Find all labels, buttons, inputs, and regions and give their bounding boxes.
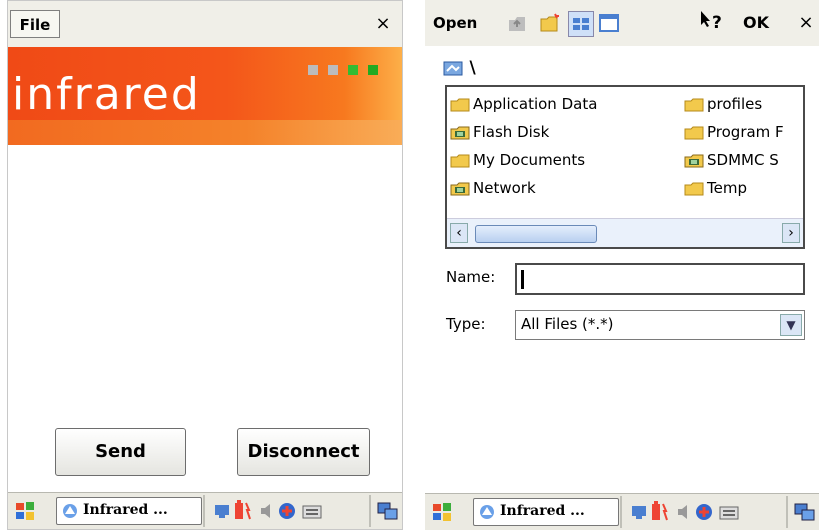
file-list-item[interactable]: Network <box>450 177 536 199</box>
infrared-app-icon <box>480 505 494 519</box>
task-label: Infrared ... <box>83 502 168 518</box>
device-folder-icon <box>443 61 463 76</box>
taskbar: Infrared ... <box>8 492 402 529</box>
horizontal-scrollbar[interactable]: ‹ › <box>447 218 803 247</box>
file-list-item[interactable]: Program F <box>684 121 784 143</box>
file-name: Network <box>473 179 536 197</box>
infrared-app-icon <box>63 504 77 518</box>
folder-icon <box>450 98 470 111</box>
banner-title: infrared <box>12 69 201 120</box>
banner-square <box>348 65 358 75</box>
ok-button[interactable]: OK <box>743 13 769 32</box>
file-list-item[interactable]: Flash Disk <box>450 121 549 143</box>
connectivity-icon <box>696 504 712 520</box>
system-tray[interactable] <box>628 498 778 526</box>
start-icon[interactable] <box>13 497 39 525</box>
start-icon[interactable] <box>430 498 456 526</box>
infrared-banner: infrared <box>8 47 402 145</box>
battery-icon <box>235 500 251 520</box>
close-button[interactable]: × <box>793 10 819 36</box>
storage-card-icon <box>450 126 470 139</box>
storage-card-icon <box>450 182 470 195</box>
file-list[interactable]: Application Data Flash Disk My Documents Ne… <box>445 85 805 249</box>
current-path: \ <box>443 58 476 80</box>
type-label: Type: <box>446 315 486 333</box>
pointer-icon <box>701 11 710 27</box>
input-panel-icon <box>302 505 322 519</box>
file-name: Program F <box>707 123 784 141</box>
file-name: Flash Disk <box>473 123 550 141</box>
dialog-toolbar: Open ? OK × <box>425 0 819 46</box>
file-list-item[interactable]: profiles <box>684 93 762 115</box>
name-label: Name: <box>446 268 496 286</box>
banner-square <box>368 65 378 75</box>
file-list-item[interactable]: My Documents <box>450 149 585 171</box>
file-name: profiles <box>707 95 763 113</box>
banner-square <box>308 65 318 75</box>
list-view-icon[interactable] <box>568 11 594 37</box>
file-menu[interactable]: File <box>10 10 60 38</box>
banner-square <box>328 65 338 75</box>
folder-icon <box>684 126 704 139</box>
type-select[interactable]: All Files (*.*) ▼ <box>515 310 805 340</box>
input-panel-icon <box>719 506 739 520</box>
connectivity-icon <box>279 503 295 519</box>
details-view-icon[interactable] <box>597 11 621 35</box>
type-value: All Files (*.*) <box>521 315 614 333</box>
menu-bar: File × <box>8 1 402 47</box>
volume-icon <box>261 504 270 518</box>
window-switch-icon[interactable] <box>376 497 400 525</box>
help-button[interactable]: ? <box>700 10 722 33</box>
infrared-app-screen: File × infrared Send Disconnect Infrared… <box>7 0 403 530</box>
task-label: Infrared ... <box>500 503 585 519</box>
storage-card-icon <box>684 154 704 167</box>
file-name: My Documents <box>473 151 586 169</box>
system-tray[interactable] <box>211 497 361 525</box>
dialog-title: Open <box>433 14 478 32</box>
volume-icon <box>678 505 687 519</box>
name-field[interactable] <box>515 263 805 295</box>
infrared-task-button[interactable]: Infrared ... <box>473 498 619 526</box>
folder-icon <box>450 154 470 167</box>
scroll-left-icon[interactable]: ‹ <box>450 223 468 243</box>
file-list-item[interactable]: SDMMC S <box>684 149 779 171</box>
scroll-thumb[interactable] <box>475 225 597 243</box>
window-switch-icon[interactable] <box>793 498 817 526</box>
taskbar: Infrared ... <box>425 493 819 530</box>
folder-icon <box>684 98 704 111</box>
file-list-item[interactable]: Temp <box>684 177 747 199</box>
open-file-dialog: Open ? OK × \ Application Data Flash Disk… <box>425 0 819 530</box>
file-name: Application Data <box>473 95 598 113</box>
up-folder-icon[interactable] <box>505 11 529 35</box>
network-icon <box>215 505 229 518</box>
disconnect-button[interactable]: Disconnect <box>237 428 370 476</box>
chevron-down-icon[interactable]: ▼ <box>780 314 802 336</box>
send-button[interactable]: Send <box>55 428 186 476</box>
folder-icon <box>684 182 704 195</box>
scroll-right-icon[interactable]: › <box>782 223 800 243</box>
infrared-task-button[interactable]: Infrared ... <box>56 497 202 525</box>
path-text: \ <box>469 58 476 78</box>
new-folder-icon[interactable] <box>538 11 562 35</box>
battery-icon <box>652 501 668 521</box>
file-list-item[interactable]: Application Data <box>450 93 597 115</box>
network-icon <box>632 506 646 519</box>
file-name: SDMMC S <box>707 151 779 169</box>
close-button[interactable]: × <box>370 11 396 37</box>
file-name: Temp <box>707 179 747 197</box>
